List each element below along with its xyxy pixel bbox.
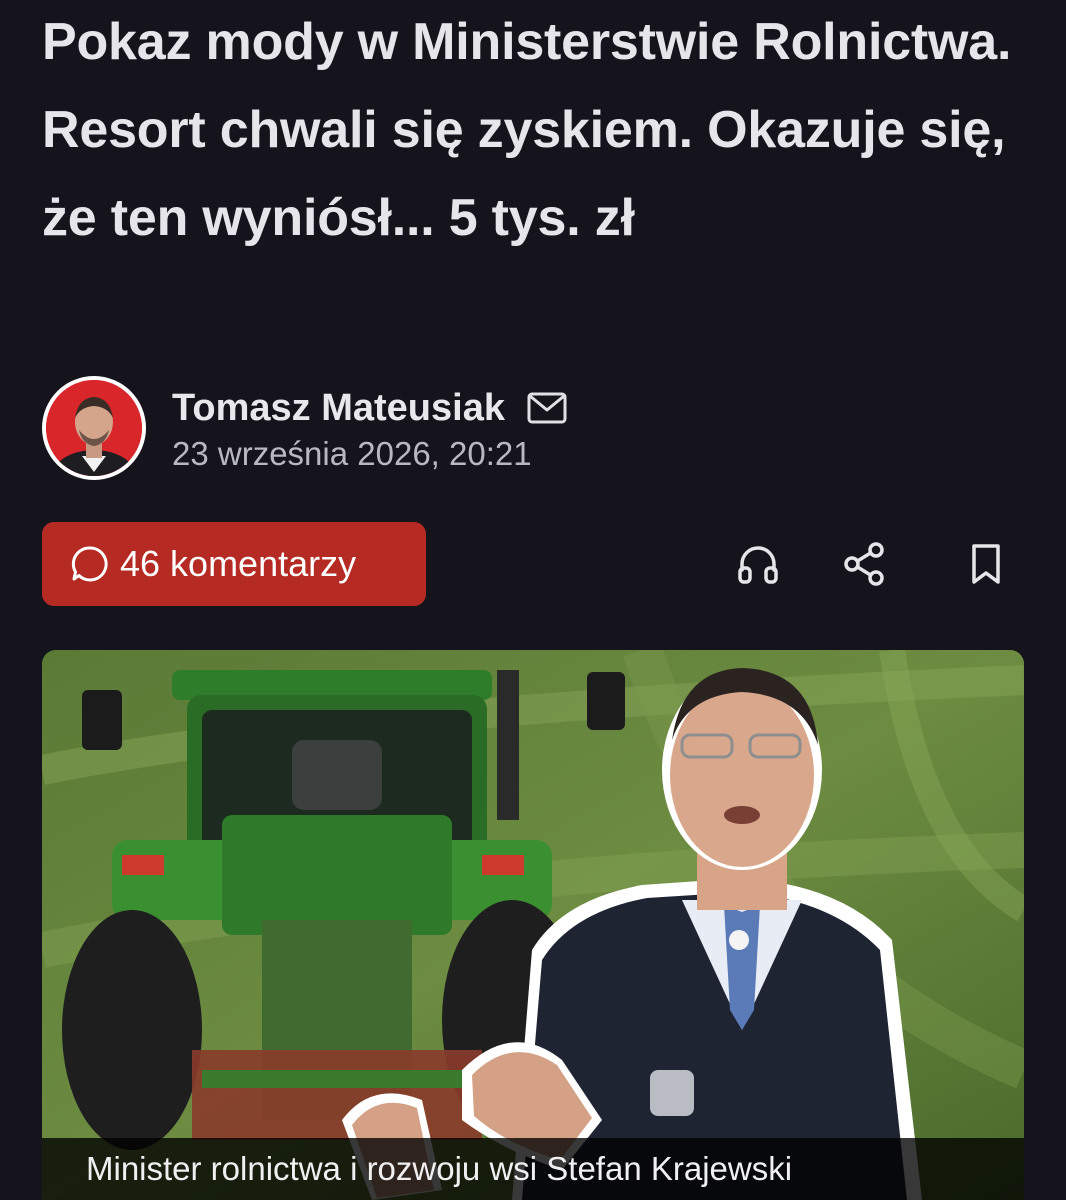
author-avatar[interactable] bbox=[42, 376, 146, 480]
author-portrait bbox=[46, 380, 142, 476]
image-caption: Minister rolnictwa i rozwoju wsi Stefan … bbox=[86, 1150, 793, 1187]
author-block: Tomasz Mateusiak 23 września 2026, 20:21 bbox=[42, 376, 567, 480]
author-row: Tomasz Mateusiak bbox=[172, 383, 567, 433]
publish-date: 23 września 2026, 20:21 bbox=[172, 435, 532, 472]
image-caption-bar: Minister rolnictwa i rozwoju wsi Stefan … bbox=[42, 1138, 1024, 1200]
bookmark-icon[interactable] bbox=[962, 540, 1010, 588]
headphones-icon[interactable] bbox=[734, 540, 782, 588]
author-name[interactable]: Tomasz Mateusiak bbox=[172, 387, 505, 430]
share-icon[interactable] bbox=[840, 540, 888, 588]
article-page: Pokaz mody w Ministerstwie Rolnictwa. Re… bbox=[0, 0, 1066, 1200]
article-headline: Pokaz mody w Ministerstwie Rolnictwa. Re… bbox=[42, 13, 1012, 247]
author-meta: Tomasz Mateusiak 23 września 2026, 20:21 bbox=[172, 383, 567, 473]
comment-bubble-icon bbox=[70, 544, 110, 584]
comments-button[interactable]: 46 komentarzy bbox=[42, 522, 426, 606]
article-hero-image[interactable] bbox=[42, 650, 1024, 1200]
comments-count-label: 46 komentarzy bbox=[120, 543, 357, 584]
mail-icon[interactable] bbox=[527, 392, 567, 424]
